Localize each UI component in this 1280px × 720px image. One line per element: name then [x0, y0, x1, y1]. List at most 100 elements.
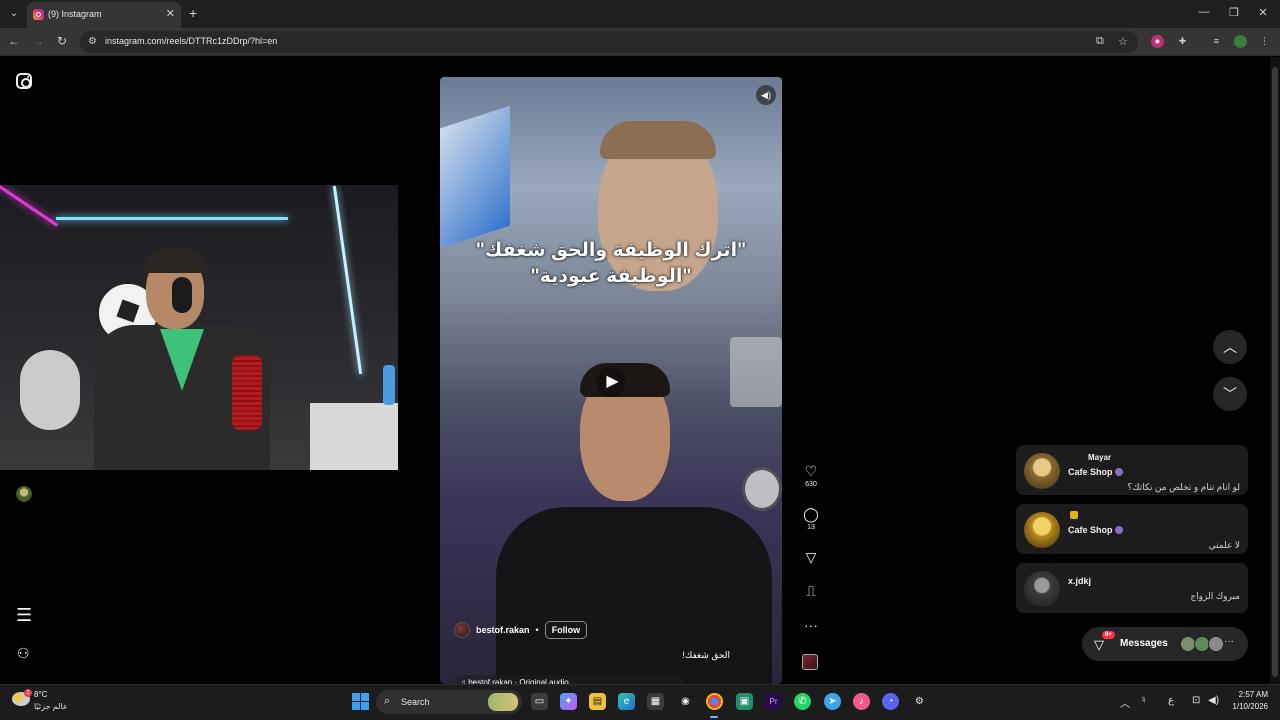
weather-description[interactable]: عالم جزئيًا [34, 702, 68, 711]
reel-caption-line: "الوظيفة عبودية" [530, 266, 692, 287]
task-view-icon[interactable]: ▭ [531, 693, 548, 710]
send-icon: ▽ [1094, 637, 1104, 652]
file-explorer-icon[interactable]: ▤ [589, 693, 606, 710]
network-icon[interactable]: ⊡ [1192, 695, 1200, 706]
play-icon[interactable]: ▶ [596, 367, 626, 397]
url-text[interactable]: instagram.com/reels/DTTRc1zDDrp/?hl=en [105, 36, 277, 46]
group-badge-icon [1114, 468, 1123, 476]
bookmark-star-icon[interactable]: ☆ [1118, 35, 1128, 48]
page-scrollbar[interactable] [1270, 57, 1280, 684]
chrome-icon[interactable] [706, 693, 723, 710]
clock-time[interactable]: 2:57 AM [1234, 690, 1268, 699]
author-username[interactable]: bestof.rakan [476, 625, 530, 635]
tab-search-icon[interactable]: ⌄ [6, 6, 22, 22]
telegram-icon[interactable]: ➤ [824, 693, 841, 710]
site-info-icon[interactable]: ⚙ [88, 36, 97, 47]
volume-icon[interactable]: ◀) [1208, 695, 1219, 706]
media-controls-icon[interactable]: ≡ [1210, 35, 1223, 48]
streamer-hair [144, 249, 206, 273]
message-sender: Mayar [1088, 453, 1112, 462]
extension-icon[interactable]: ● [1151, 35, 1164, 48]
message-notification[interactable]: Cafe Shop لا علمني [1016, 504, 1248, 554]
reel-author: bestof.rakan • Follow [454, 621, 588, 639]
back-button[interactable]: ← [6, 34, 22, 48]
next-reel-button[interactable]: ﹀ [1213, 377, 1247, 411]
whatsapp-icon[interactable]: ✆ [794, 693, 811, 710]
minimize-button[interactable]: — [1194, 6, 1214, 18]
message-text: لا علمني [1208, 540, 1240, 550]
location-icon[interactable]: ◉ [677, 693, 694, 710]
store-icon[interactable]: ▦ [647, 693, 664, 710]
profile-avatar-icon[interactable] [1234, 35, 1247, 48]
reel-caption-line: "اترك الوظيفة والحق شغفك" [475, 240, 747, 261]
start-button[interactable] [352, 693, 369, 710]
steam-icon[interactable]: ⚙ [911, 693, 928, 710]
author-avatar[interactable] [454, 622, 470, 638]
clock-date[interactable]: 1/10/2026 [1226, 702, 1268, 711]
messages-label: Messages [1120, 638, 1168, 649]
forward-button[interactable]: → [30, 34, 46, 48]
microphone-icon[interactable]: ♮ [1142, 695, 1146, 706]
follow-button[interactable]: Follow [544, 621, 588, 639]
weather-badge: 2 [24, 689, 32, 697]
premiere-pro-icon[interactable]: Pr [765, 693, 782, 710]
scroll-thumb[interactable] [1272, 67, 1278, 677]
tray-overflow-icon[interactable]: ︿ [1120, 695, 1130, 710]
separator-dot: • [535, 625, 539, 635]
message-avatar [1024, 512, 1060, 548]
chevron-down-icon: ﹀ [1223, 386, 1237, 402]
app-icon[interactable]: ▣ [736, 693, 753, 710]
extensions-puzzle-icon[interactable]: ✚ [1176, 35, 1189, 48]
volume-icon[interactable]: ◀) [756, 85, 776, 105]
also-from-meta-icon[interactable]: ⚇ [17, 645, 30, 662]
toolbar: ← → ↻ ⚙ instagram.com/reels/DTTRc1zDDrp/… [0, 28, 1280, 56]
tab-instagram[interactable]: (9) Instagram ✕ [27, 2, 181, 28]
instagram-logo-icon[interactable] [16, 73, 32, 89]
address-bar[interactable]: ⚙ instagram.com/reels/DTTRc1zDDrp/?hl=en… [80, 31, 1138, 53]
bookmark-icon: ⎍ [806, 583, 816, 599]
instagram-page: ☰ ⚇ "اترك الوظيفة والحق شغفك" "الوظيفة ع… [0, 57, 1280, 684]
message-group: Cafe Shop [1068, 467, 1123, 477]
restore-button[interactable]: ❐ [1224, 6, 1244, 19]
weather-temperature[interactable]: 8°C [34, 690, 47, 699]
save-button[interactable]: ⎍ [798, 583, 824, 599]
copilot-icon[interactable]: ✦ [560, 693, 577, 710]
comment-icon: ◯ [803, 506, 819, 522]
search-highlight-image [488, 693, 518, 711]
language-indicator[interactable]: ع [1168, 695, 1174, 706]
reload-button[interactable]: ↻ [54, 34, 70, 48]
heart-icon: ♡ [804, 463, 818, 479]
more-options-button[interactable]: ··· [798, 617, 824, 633]
tab-close-icon[interactable]: ✕ [166, 7, 175, 20]
install-app-icon[interactable]: ⧉ [1096, 35, 1104, 48]
search-icon: ⌕ [384, 695, 391, 707]
music-icon[interactable]: ♪ [853, 693, 870, 710]
reel-top-person-hair [600, 121, 716, 159]
comment-button[interactable]: ◯ 13 [798, 506, 824, 531]
messages-button[interactable]: ▽ 9+ Messages ··· [1082, 627, 1248, 661]
edge-icon[interactable]: e [618, 693, 635, 710]
new-tab-button[interactable]: + [189, 5, 197, 21]
reel-description[interactable]: الحق شغفك! [682, 650, 730, 661]
discord-icon[interactable]: ◔ [882, 693, 899, 710]
like-button[interactable]: ♡ 630 [798, 463, 824, 488]
close-window-button[interactable]: ✕ [1253, 6, 1273, 19]
previous-reel-button[interactable]: ︿ [1213, 330, 1247, 364]
taskbar-search[interactable]: ⌕ Search [376, 690, 522, 714]
menu-icon[interactable]: ☰ [16, 606, 32, 624]
reel-audio[interactable]: ♫ bestof.rakan · Original audio [454, 675, 684, 684]
audio-thumbnail[interactable] [802, 654, 818, 670]
message-group: Cafe Shop [1068, 525, 1123, 535]
car-window [440, 105, 510, 249]
more-icon: ··· [804, 617, 818, 633]
profile-avatar[interactable] [16, 486, 32, 502]
message-notification[interactable]: Mayar Cafe Shop لو انام تنام و تخلص من ن… [1016, 445, 1248, 495]
group-badge-icon [1114, 526, 1123, 534]
message-notification[interactable]: x.jdkj مبروك الزواج [1016, 563, 1248, 613]
browser-menu-icon[interactable]: ⋮ [1258, 35, 1271, 48]
share-button[interactable]: ▽ [798, 549, 824, 565]
reel-video[interactable]: "اترك الوظيفة والحق شغفك" "الوظيفة عبودي… [440, 77, 782, 684]
reel-background-shelf [730, 337, 782, 407]
tab-strip: ⌄ (9) Instagram ✕ + — ❐ ✕ [0, 0, 1280, 28]
emoji-icon [1070, 511, 1078, 519]
